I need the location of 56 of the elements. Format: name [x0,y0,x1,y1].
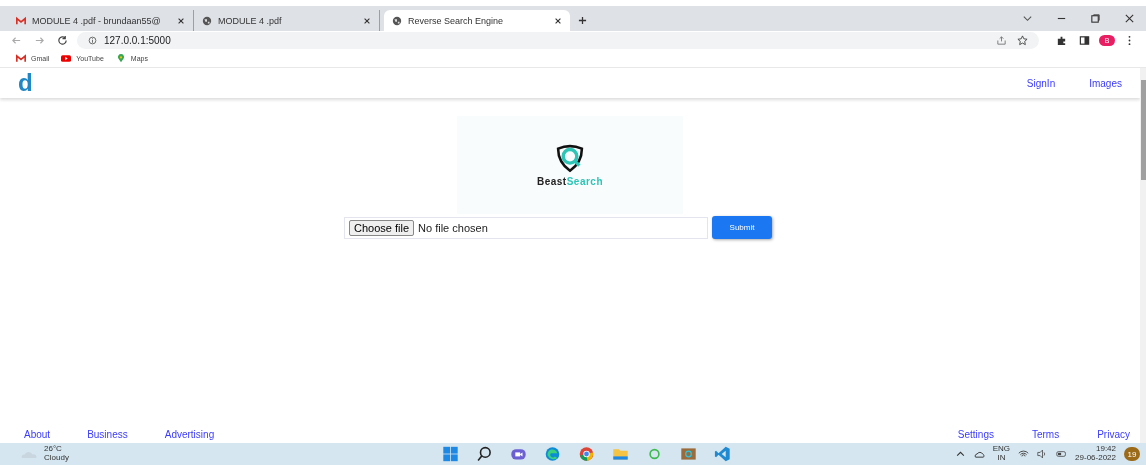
logo[interactable]: d [18,71,33,95]
chevron-up-icon[interactable] [954,449,966,459]
play-icon [61,54,72,63]
gmail-icon [16,15,26,26]
video-chat-icon[interactable] [510,446,528,462]
footer-link[interactable]: Advertising [164,429,215,440]
info-icon[interactable] [88,36,97,45]
star-icon[interactable] [1017,35,1028,46]
nav-link[interactable]: SignIn [1026,77,1056,89]
restore-icon[interactable] [1090,13,1101,24]
photo-app-icon[interactable] [680,446,698,462]
share-icon[interactable] [996,35,1007,46]
edge-browser-icon[interactable] [544,446,562,462]
choose-file-button[interactable]: Choose file [349,219,415,236]
new-tab-icon[interactable] [578,16,587,25]
reload-icon[interactable] [57,35,68,46]
map-pin-icon [115,54,126,63]
brand-name: BeastSearch [536,176,604,187]
chrome-browser-icon[interactable] [578,446,596,462]
footer-link[interactable]: Terms [1031,429,1060,440]
gmail-icon [16,54,26,63]
tab-title: Reverse Search Engine [408,15,505,26]
tab-title: MODULE 4 .pdf - brundaan55@ [32,15,162,26]
weather-condition: Cloudy [44,454,69,463]
address-field[interactable]: 127.0.0.1:5000 [77,32,1039,49]
close-icon[interactable] [554,16,562,25]
submit-button[interactable]: Submit [712,216,772,239]
globe-icon [392,15,402,26]
footer-link[interactable]: About [24,429,51,440]
cloud-icon[interactable] [973,449,985,459]
language-indicator[interactable]: ENG IN [992,445,1011,463]
side-panel-icon[interactable] [1079,35,1090,46]
close-icon[interactable] [363,16,371,25]
chevron-down-icon[interactable] [1022,13,1033,24]
folder-icon[interactable] [612,446,630,462]
windows-start-icon[interactable] [442,446,460,462]
code-editor-icon[interactable] [714,446,732,462]
battery-icon[interactable] [1056,449,1068,459]
globe-icon [202,15,212,26]
temperature: 26°C [44,445,63,454]
search-icon[interactable] [476,446,494,462]
clock[interactable]: 19:42 29-06-2022 [1075,445,1116,463]
close-icon[interactable] [1124,13,1135,24]
scrollbar[interactable] [1140,68,1146,443]
footer-link[interactable]: Business [87,429,128,440]
browser-tab[interactable]: Reverse Search Engine [384,10,570,31]
footer-link[interactable]: Settings [957,429,994,440]
nav-link[interactable]: Images [1089,77,1122,89]
wifi-icon[interactable] [1018,449,1030,459]
puzzle-icon[interactable] [1056,35,1067,46]
notification-badge[interactable]: 19 [1124,447,1140,461]
tab-title: MODULE 4 .pdf [218,15,283,26]
close-icon[interactable] [177,16,185,25]
footer-link[interactable]: Privacy [1097,429,1130,440]
file-input[interactable]: Choose file No file chosen [344,216,708,239]
file-status: No file chosen [418,221,488,234]
